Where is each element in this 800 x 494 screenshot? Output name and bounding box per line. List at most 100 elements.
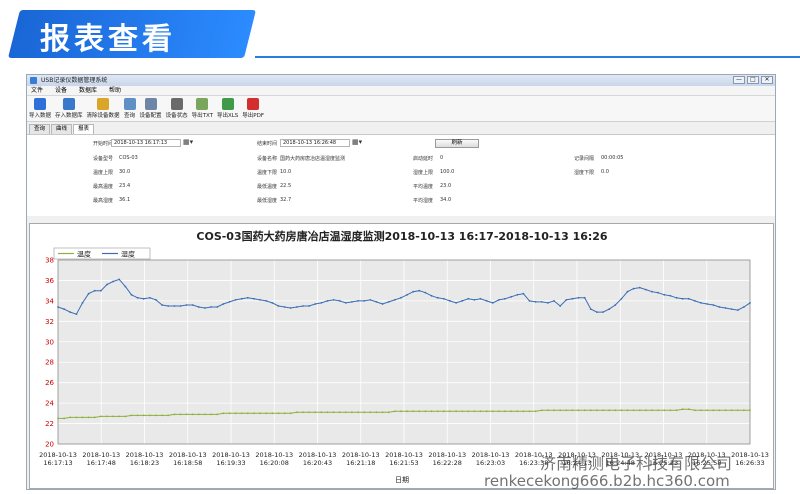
data-point [69, 311, 72, 313]
y-tick-label: 32 [45, 318, 54, 326]
data-point [687, 297, 690, 300]
hum-lower-label: 湿度下限 [574, 170, 595, 176]
toolbar-button-5[interactable]: 设备状态 [166, 96, 188, 119]
data-point [559, 409, 562, 412]
x-tick-label: 2018-10-13 16:20:43 [299, 451, 337, 467]
refresh-button[interactable]: 刷新 [435, 139, 479, 148]
data-point [283, 412, 286, 415]
temp-lower-label: 温度下限 [257, 170, 278, 176]
eraser-icon [97, 98, 110, 110]
data-point [234, 299, 237, 301]
data-point [363, 300, 366, 302]
toolbar-button-0[interactable]: 导入数据 [29, 96, 51, 119]
start-time-field[interactable]: 2018-10-13 16:17:13 [111, 139, 181, 147]
data-point [57, 306, 59, 308]
temp-upper-value: 30.0 [119, 169, 131, 175]
data-point [510, 410, 513, 413]
y-tick-label: 20 [45, 441, 54, 449]
data-point [106, 415, 108, 418]
data-point [461, 300, 464, 302]
tab-curve[interactable]: 曲线 [51, 124, 73, 134]
device-name-label: 设备名称 [257, 156, 278, 162]
data-point [614, 304, 617, 306]
data-point [185, 413, 188, 416]
data-point [173, 413, 176, 416]
menu-device[interactable]: 设备 [55, 86, 67, 95]
data-point [449, 300, 451, 302]
data-point [118, 278, 121, 281]
data-point [222, 303, 225, 305]
export-txt-icon [196, 98, 209, 110]
model-label: 设备型号 [93, 156, 114, 162]
data-point [283, 306, 286, 308]
data-point [473, 410, 476, 413]
data-point [657, 409, 659, 412]
data-point [228, 412, 231, 415]
data-point [63, 417, 65, 420]
x-tick-label: 2018-10-13 16:21:18 [342, 451, 380, 467]
toolbar-button-8[interactable]: 导出PDF [242, 96, 264, 119]
data-point [149, 414, 151, 417]
start-calendar-icon[interactable]: ▦▾ [183, 138, 193, 146]
data-point [393, 410, 396, 413]
data-point [436, 296, 439, 299]
data-point [338, 300, 341, 302]
legend-hum-label: 湿度 [121, 250, 135, 259]
data-point [724, 307, 727, 309]
toolbar-button-4[interactable]: 设备配置 [140, 96, 162, 119]
data-point [449, 410, 451, 413]
data-point [142, 414, 145, 417]
toolbar-button-6[interactable]: 导出TXT [192, 96, 213, 119]
data-point [130, 414, 133, 417]
data-point [81, 302, 84, 304]
data-point [167, 305, 170, 307]
menu-file[interactable]: 文件 [31, 86, 43, 95]
data-point [57, 417, 59, 420]
end-calendar-icon[interactable]: ▦▾ [352, 138, 362, 146]
data-point [351, 301, 353, 303]
toolbar-button-7[interactable]: 导出XLS [217, 96, 238, 119]
toolbar-button-2[interactable]: 清除设备数据 [87, 96, 120, 119]
y-tick-label: 24 [45, 400, 54, 408]
minimize-button[interactable]: — [733, 76, 745, 84]
data-point [136, 414, 139, 417]
menu-help[interactable]: 帮助 [109, 86, 121, 95]
close-button[interactable]: ✕ [761, 76, 773, 84]
data-point [136, 296, 139, 299]
temp-min-label: 最低温度 [257, 184, 278, 190]
window-titlebar[interactable]: USB记录仪数据管理系统 — □ ✕ [27, 75, 775, 86]
startup-delay-label: 启动延时 [413, 156, 434, 162]
record-interval-value: 00:00:05 [601, 155, 624, 161]
data-point [596, 311, 598, 313]
temp-max-label: 最高温度 [93, 184, 114, 190]
tab-report[interactable]: 报表 [73, 124, 95, 134]
toolbar-button-3[interactable]: 查询 [123, 96, 136, 119]
menu-database[interactable]: 数据库 [79, 86, 97, 95]
toolbar-button-1[interactable]: 存入数据库 [55, 96, 83, 119]
end-time-field[interactable]: 2018-10-13 16:26:48 [280, 139, 350, 147]
data-point [357, 300, 359, 302]
data-point [491, 302, 494, 304]
data-point [516, 410, 519, 413]
x-tick-label: 2018-10-13 16:26:33 [731, 451, 769, 467]
x-tick-label: 2018-10-13 16:20:08 [255, 451, 293, 467]
hum-max-value: 36.1 [119, 197, 131, 203]
tab-query[interactable]: 查询 [29, 124, 51, 134]
data-point [498, 410, 500, 413]
model-value: COS-03 [119, 155, 138, 161]
data-point [479, 410, 482, 413]
data-point [657, 291, 659, 294]
tab-bar: 查询 曲线 报表 [27, 124, 775, 134]
startup-delay-value: 0 [440, 155, 444, 161]
data-point [534, 410, 537, 413]
data-point [583, 409, 586, 412]
toolbar: 导入数据 存入数据库 清除设备数据 查询 设备配置 设备状态 导出TXT 导出XLS 导出PDF [27, 96, 775, 122]
app-window: USB记录仪数据管理系统 — □ ✕ 文件 设备 数据库 帮助 导入数据 存入数据… [26, 74, 776, 490]
temperature-humidity-chart: COS-03国药大药房唐冶店温湿度监测2018-10-13 16:17-2018… [39, 229, 769, 484]
export-xls-icon [221, 98, 234, 110]
data-point [240, 297, 243, 300]
maximize-button[interactable]: □ [747, 76, 759, 84]
data-point [295, 306, 298, 308]
data-point [522, 410, 525, 413]
x-tick-label: 2018-10-13 16:18:23 [126, 451, 164, 467]
